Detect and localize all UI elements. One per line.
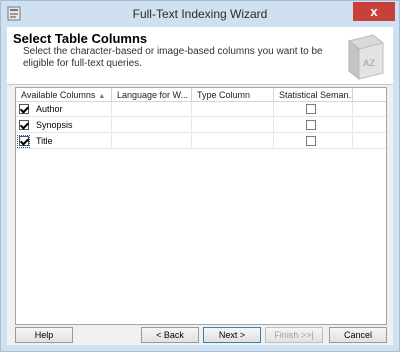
statistical-cell: [274, 134, 353, 149]
book-az-icon: AZ: [347, 34, 385, 81]
cancel-button[interactable]: Cancel: [329, 327, 387, 343]
column-header-label: Statistical Seman...: [279, 90, 353, 100]
next-button[interactable]: Next >: [203, 327, 261, 343]
statistical-cell: [274, 102, 353, 117]
column-name: Author: [36, 104, 63, 114]
finish-button[interactable]: Finish >>|: [265, 327, 323, 343]
window-title: Full-Text Indexing Wizard: [132, 7, 268, 21]
statistical-cell: [274, 118, 353, 133]
button-bar: Help < Back Next > Finish >>| Cancel: [7, 327, 393, 345]
column-name: Synopsis: [36, 120, 73, 130]
type-column-cell[interactable]: [192, 134, 274, 149]
column-name: Title: [36, 136, 53, 146]
table-row[interactable]: Author: [16, 102, 386, 117]
statistical-semantics-checkbox[interactable]: [306, 104, 316, 114]
svg-text:AZ: AZ: [363, 58, 375, 68]
available-column-cell: Author: [16, 102, 112, 117]
language-cell[interactable]: [112, 102, 192, 117]
title-bar[interactable]: Full-Text Indexing Wizard x: [1, 1, 399, 27]
wizard-client-area: Select Table Columns Select the characte…: [7, 27, 393, 345]
statistical-semantics-checkbox[interactable]: [306, 136, 316, 146]
language-cell[interactable]: [112, 118, 192, 133]
available-column-cell: Title: [16, 134, 112, 149]
include-column-checkbox[interactable]: [19, 120, 29, 130]
columns-grid[interactable]: Available Columns ▲ Language for W... Typ…: [15, 87, 387, 325]
available-column-cell: Synopsis: [16, 118, 112, 133]
column-header-language[interactable]: Language for W...: [112, 88, 192, 102]
type-column-cell[interactable]: [192, 102, 274, 117]
column-header-available[interactable]: Available Columns ▲: [16, 88, 112, 102]
wizard-header: Select Table Columns Select the characte…: [7, 27, 393, 85]
close-button[interactable]: x: [353, 2, 395, 21]
back-button[interactable]: < Back: [141, 327, 199, 343]
table-row[interactable]: Synopsis: [16, 118, 386, 133]
column-header-label: Type Column: [197, 90, 251, 100]
sort-ascending-icon: ▲: [98, 93, 106, 100]
type-column-cell[interactable]: [192, 118, 274, 133]
include-column-checkbox[interactable]: [19, 136, 29, 146]
table-row[interactable]: Title: [16, 134, 386, 149]
page-subtitle: Select the character-based or image-base…: [23, 46, 323, 69]
help-button[interactable]: Help: [15, 327, 73, 343]
column-header-label: Language for W...: [117, 90, 189, 100]
column-header-label: Available Columns: [21, 90, 96, 100]
close-icon: x: [370, 4, 378, 19]
column-header-type[interactable]: Type Column: [192, 88, 274, 102]
page-title: Select Table Columns: [13, 31, 148, 46]
language-cell[interactable]: [112, 134, 192, 149]
statistical-semantics-checkbox[interactable]: [306, 120, 316, 130]
wizard-window: Full-Text Indexing Wizard x Select Table…: [0, 0, 400, 352]
column-header-statistical[interactable]: Statistical Seman...: [274, 88, 353, 102]
include-column-checkbox[interactable]: [19, 104, 29, 114]
grid-header: Available Columns ▲ Language for W... Typ…: [16, 88, 386, 102]
